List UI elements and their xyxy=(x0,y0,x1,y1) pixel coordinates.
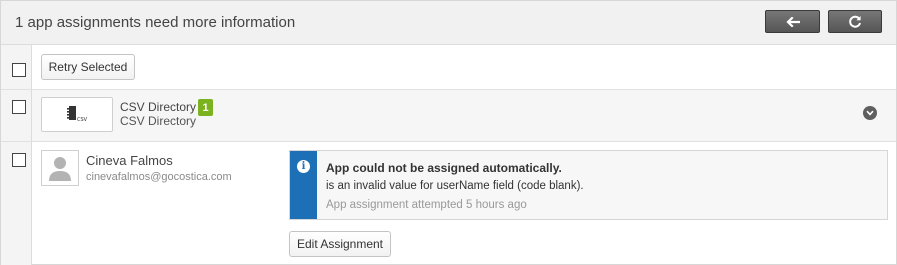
error-alert: i App could not be assigned automaticall… xyxy=(289,150,888,220)
alert-title: App could not be assigned automatically. xyxy=(326,161,562,175)
refresh-icon xyxy=(849,15,861,28)
app-name: CSV Directory xyxy=(120,100,197,114)
user-email: cinevafalmos@gocostica.com xyxy=(86,171,232,183)
panel-header: 1 app assignments need more information xyxy=(1,1,896,45)
row-divider xyxy=(1,141,896,142)
info-icon: i xyxy=(297,160,310,173)
alert-message: is an invalid value for userName field (… xyxy=(326,180,584,192)
expand-button[interactable] xyxy=(863,106,877,120)
arrow-left-icon xyxy=(785,16,800,27)
refresh-button[interactable] xyxy=(828,10,882,33)
back-button[interactable] xyxy=(765,10,820,33)
user-row-checkbox[interactable] xyxy=(12,153,26,167)
retry-selected-button[interactable]: Retry Selected xyxy=(41,54,135,80)
app-group-checkbox[interactable] xyxy=(12,100,26,114)
user-name: Cineva Falmos xyxy=(86,153,173,168)
edit-assignment-button[interactable]: Edit Assignment xyxy=(289,231,391,257)
alert-accent-bar: i xyxy=(290,151,317,219)
csv-app-icon: CSV xyxy=(67,106,88,123)
svg-text:CSV: CSV xyxy=(77,117,88,123)
user-silhouette-icon xyxy=(49,157,71,181)
avatar xyxy=(41,150,79,186)
app-subtitle: CSV Directory xyxy=(120,114,197,128)
select-all-checkbox[interactable] xyxy=(12,63,26,77)
count-badge: 1 xyxy=(198,99,213,116)
page-title: 1 app assignments need more information xyxy=(15,14,296,31)
app-logo: CSV xyxy=(41,97,113,132)
alert-timestamp: App assignment attempted 5 hours ago xyxy=(326,199,527,211)
chevron-down-icon xyxy=(866,110,874,116)
assignments-panel: 1 app assignments need more information … xyxy=(0,0,897,265)
